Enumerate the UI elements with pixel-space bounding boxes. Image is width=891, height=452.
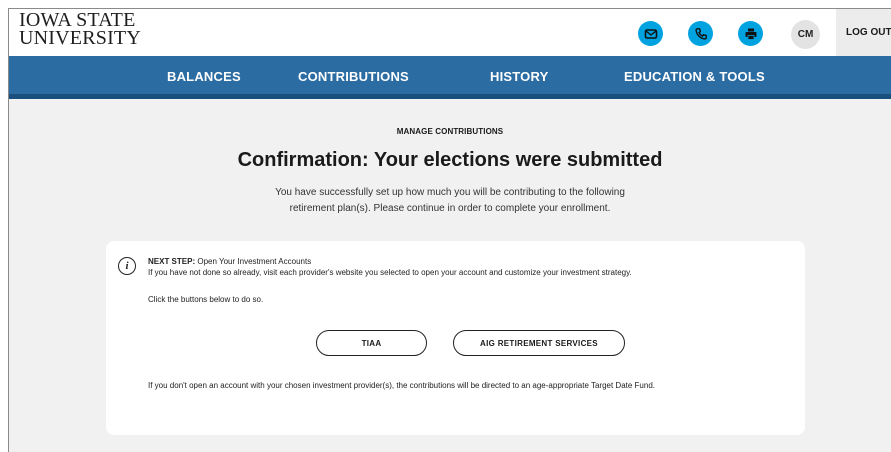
app-frame: IOWA STATE UNIVERSITY CM LOG OUT BALANCE…: [8, 8, 891, 452]
avatar[interactable]: CM: [791, 20, 820, 49]
mail-icon: [644, 28, 657, 39]
nav-contributions[interactable]: CONTRIBUTIONS: [298, 69, 409, 84]
page-title: Confirmation: Your elections were submit…: [237, 149, 663, 171]
next-step-label: NEXT STEP:: [148, 257, 196, 266]
phone-button[interactable]: [688, 21, 713, 46]
tiaa-button[interactable]: TIAA: [316, 330, 427, 356]
next-step-body: If you have not done so already, visit e…: [148, 268, 632, 277]
info-icon: i: [118, 257, 136, 275]
top-bar: IOWA STATE UNIVERSITY CM LOG OUT: [9, 9, 891, 56]
next-step-heading: NEXT STEP: Open Your Investment Accounts: [148, 257, 311, 266]
default-fund-note: If you don't open an account with your c…: [148, 381, 656, 390]
aig-retirement-services-button[interactable]: AIG RETIREMENT SERVICES: [453, 330, 625, 356]
phone-icon: [694, 27, 707, 40]
confirmation-line-1: You have successfully set up how much yo…: [275, 187, 625, 198]
next-step-title: Open Your Investment Accounts: [197, 257, 312, 266]
logout-button[interactable]: LOG OUT: [836, 9, 891, 56]
university-logo[interactable]: IOWA STATE UNIVERSITY: [19, 10, 141, 49]
nav-history[interactable]: HISTORY: [490, 69, 548, 84]
next-step-card: i NEXT STEP: Open Your Investment Accoun…: [106, 241, 805, 435]
print-icon: [745, 28, 756, 40]
logo-line-2: UNIVERSITY: [19, 27, 141, 49]
confirmation-line-2: retirement plan(s). Please continue in o…: [289, 203, 611, 214]
mail-button[interactable]: [638, 21, 663, 46]
main-nav: BALANCES CONTRIBUTIONS HISTORY EDUCATION…: [9, 56, 891, 99]
nav-education-tools[interactable]: EDUCATION & TOOLS: [624, 69, 765, 84]
print-button[interactable]: [738, 21, 763, 46]
confirmation-description: You have successfully set up how much yo…: [9, 185, 891, 217]
section-eyebrow: MANAGE CONTRIBUTIONS: [396, 127, 504, 136]
instruction-text: Click the buttons below to do so.: [148, 295, 264, 304]
nav-balances[interactable]: BALANCES: [167, 69, 241, 84]
